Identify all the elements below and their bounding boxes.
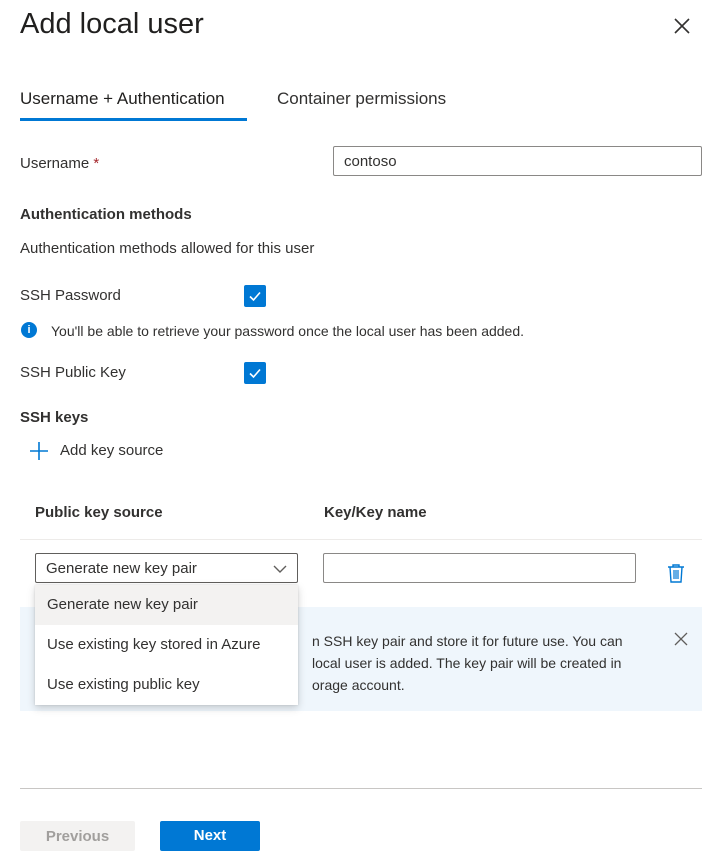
next-button[interactable]: Next [160,821,260,851]
dropdown-option-existing-azure[interactable]: Use existing key stored in Azure [35,625,298,665]
page-title: Add local user [20,8,204,40]
ssh-public-key-label: SSH Public Key [20,364,126,381]
banner-line: orage account. [312,677,405,693]
banner-line: n SSH key pair and store it for future u… [312,633,623,649]
dropdown-option-existing-public[interactable]: Use existing public key [35,665,298,705]
public-key-source-dropdown[interactable]: Generate new key pair [35,553,298,583]
plus-icon [30,442,48,460]
active-tab-indicator [20,118,247,121]
key-name-input[interactable] [323,553,636,583]
username-input[interactable] [333,146,702,176]
previous-button[interactable]: Previous [20,821,135,851]
ssh-password-checkbox[interactable] [244,285,266,307]
auth-methods-description: Authentication methods allowed for this … [20,240,315,257]
column-header-key-name: Key/Key name [324,504,427,521]
ssh-password-label: SSH Password [20,287,121,304]
password-info-text: You'll be able to retrieve your password… [51,323,525,339]
checkmark-icon [249,368,261,379]
add-key-source-button[interactable]: Add key source [29,441,163,461]
required-mark: * [93,155,100,172]
footer-divider [20,788,702,789]
username-label-text: Username [20,155,90,172]
tab-username-authentication[interactable]: Username + Authentication [20,88,225,110]
checkmark-icon [249,291,261,302]
add-key-source-label: Add key source [60,442,164,459]
banner-text: n SSH key pair and store it for future u… [312,630,642,696]
close-icon[interactable] [668,12,696,40]
table-divider [20,539,702,540]
username-label: Username * [20,154,99,174]
column-header-public-key-source: Public key source [35,504,163,521]
banner-close-icon[interactable] [672,630,690,648]
trash-icon[interactable] [665,562,687,584]
auth-methods-heading: Authentication methods [20,206,192,223]
dropdown-option-generate-new[interactable]: Generate new key pair [35,585,298,625]
dropdown-menu: Generate new key pair Use existing key s… [35,585,298,705]
banner-line: local user is added. The key pair will b… [312,655,622,671]
ssh-public-key-checkbox[interactable] [244,362,266,384]
dropdown-selected-value: Generate new key pair [46,559,197,577]
tab-container-permissions[interactable]: Container permissions [277,88,446,110]
info-icon: i [21,322,37,338]
chevron-down-icon [273,565,287,573]
ssh-keys-heading: SSH keys [20,409,89,426]
